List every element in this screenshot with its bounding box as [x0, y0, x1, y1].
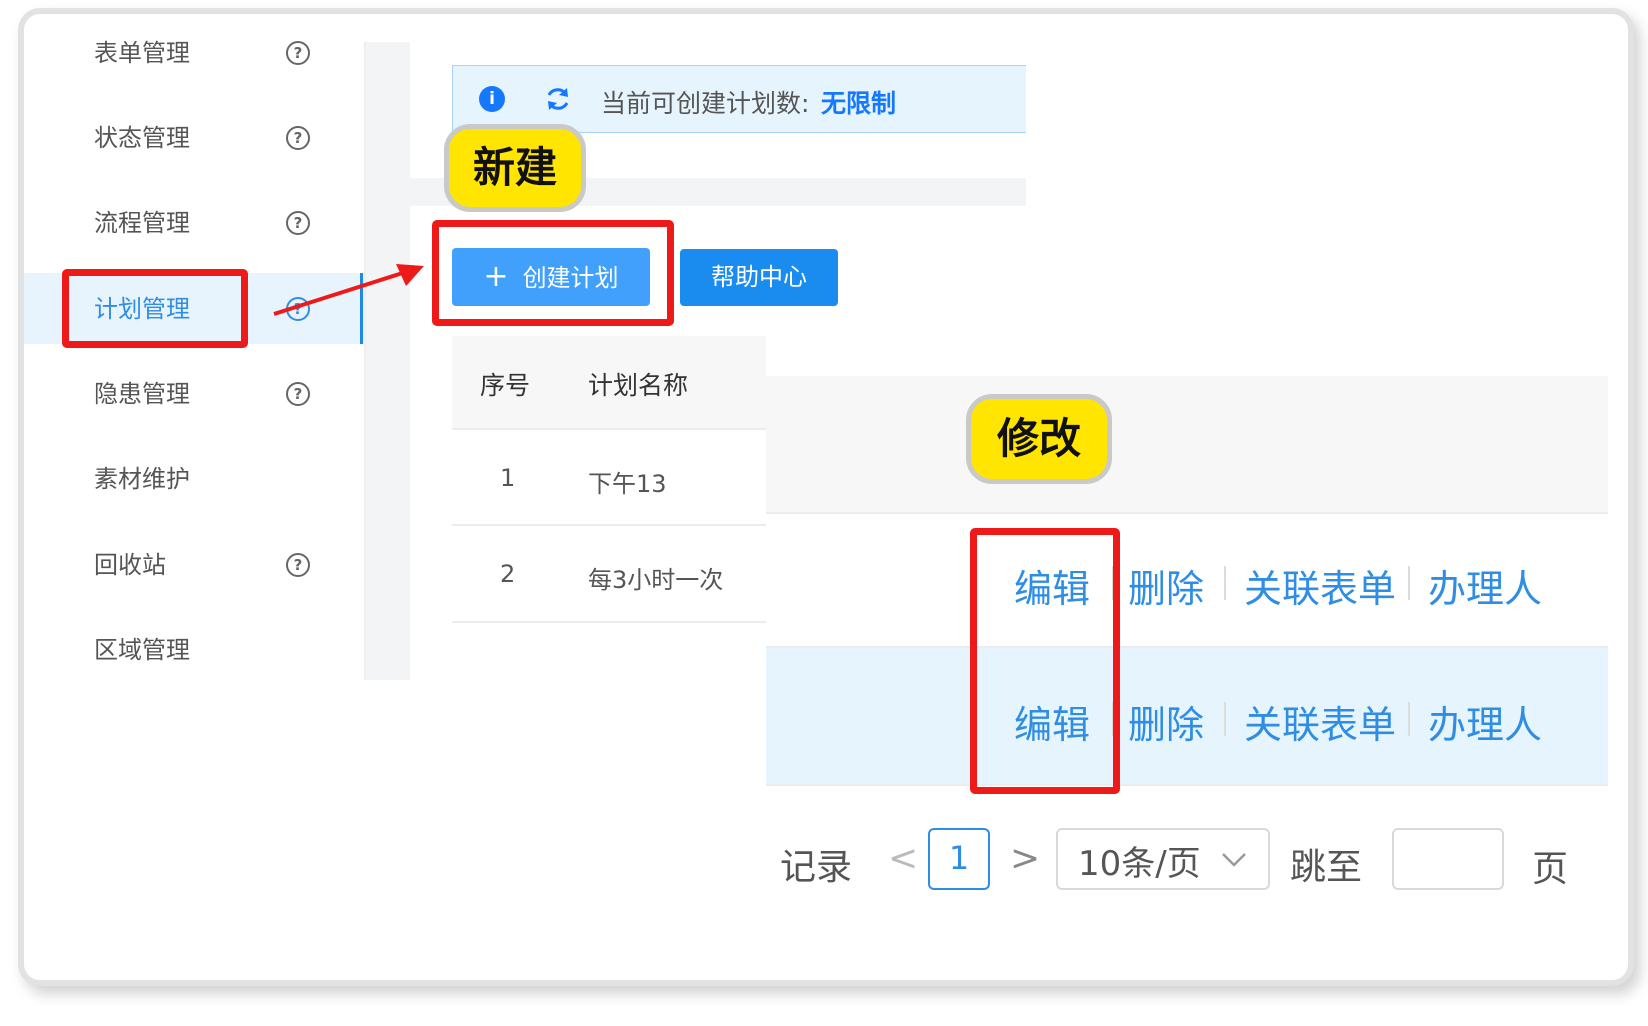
- column-header-plan-name: 计划名称: [588, 371, 689, 400]
- sidebar-item-area-management[interactable]: 区域管理: [94, 630, 190, 670]
- quota-value: 无限制: [821, 89, 897, 118]
- quota-label: 当前可创建计划数:: [601, 89, 810, 118]
- help-center-button[interactable]: 帮助中心: [680, 249, 838, 306]
- page-1-button[interactable]: 1: [928, 828, 990, 890]
- row-1-delete-link[interactable]: 删除: [1128, 558, 1204, 613]
- sidebar-item-recycle-bin[interactable]: 回收站: [94, 545, 166, 585]
- row-1-plan-name: 下午13: [588, 470, 667, 498]
- row-divider: [766, 646, 1608, 648]
- question-circle-icon[interactable]: ?: [286, 41, 310, 65]
- callout-edit: 修改: [966, 394, 1112, 484]
- question-circle-icon[interactable]: ?: [286, 553, 310, 577]
- sidebar-item-process-management[interactable]: 流程管理: [94, 203, 190, 243]
- pointer-arrow: [273, 264, 424, 316]
- sidebar-item-status-management[interactable]: 状态管理: [94, 118, 190, 158]
- create-plan-button[interactable]: + 创建计划: [452, 248, 650, 306]
- jump-page-input[interactable]: [1392, 828, 1504, 890]
- jump-label: 跳至: [1290, 847, 1363, 888]
- row-2-plan-name: 每3小时一次: [588, 566, 724, 594]
- sidebar-item-form-management[interactable]: 表单管理: [94, 33, 190, 73]
- row-1-related-forms-link[interactable]: 关联表单: [1244, 558, 1396, 613]
- row-divider: [452, 524, 766, 526]
- question-circle-icon[interactable]: ?: [286, 126, 310, 150]
- content-gutter: [366, 42, 410, 680]
- table-header-right: [766, 376, 1608, 512]
- sidebar-highlight-box: [62, 269, 248, 348]
- callout-new: 新建: [444, 124, 586, 212]
- column-header-index: 序号: [480, 371, 531, 400]
- question-circle-icon[interactable]: ?: [286, 382, 310, 406]
- refresh-icon[interactable]: [544, 85, 572, 113]
- action-separator: [1408, 702, 1410, 736]
- row-2-related-forms-link[interactable]: 关联表单: [1244, 694, 1396, 749]
- question-circle-icon[interactable]: ?: [286, 211, 310, 235]
- prev-page-icon[interactable]: <: [888, 838, 918, 879]
- page-size-select[interactable]: 10条/页: [1056, 828, 1270, 890]
- row-divider: [452, 428, 766, 430]
- action-separator: [1408, 566, 1410, 600]
- page-size-value: 10条/页: [1078, 844, 1201, 884]
- action-separator: [1224, 566, 1226, 600]
- pagination-total: 记录: [779, 847, 852, 888]
- action-separator: [1224, 702, 1226, 736]
- row-divider: [766, 784, 1608, 786]
- row-2-index: 2: [500, 560, 516, 588]
- row-divider: [766, 512, 1608, 514]
- plus-icon: +: [483, 259, 509, 294]
- next-page-icon[interactable]: >: [1010, 838, 1040, 879]
- row-2-delete-link[interactable]: 删除: [1128, 694, 1204, 749]
- edit-links-highlight-box: [970, 528, 1120, 794]
- row-1-index: 1: [500, 464, 516, 492]
- create-plan-label: 创建计划: [522, 264, 619, 292]
- sidebar-item-material-maintenance[interactable]: 素材维护: [94, 459, 190, 499]
- row-1-handler-link[interactable]: 办理人: [1428, 558, 1542, 613]
- row-2-handler-link[interactable]: 办理人: [1428, 694, 1542, 749]
- quota-notice: i 当前可创建计划数: 无限制: [452, 65, 1026, 133]
- sidebar-item-hazard-management[interactable]: 隐患管理: [94, 374, 190, 414]
- info-icon: i: [479, 86, 505, 112]
- page-suffix: 页: [1532, 849, 1569, 890]
- row-divider: [452, 621, 766, 623]
- chevron-down-icon: [1222, 853, 1246, 867]
